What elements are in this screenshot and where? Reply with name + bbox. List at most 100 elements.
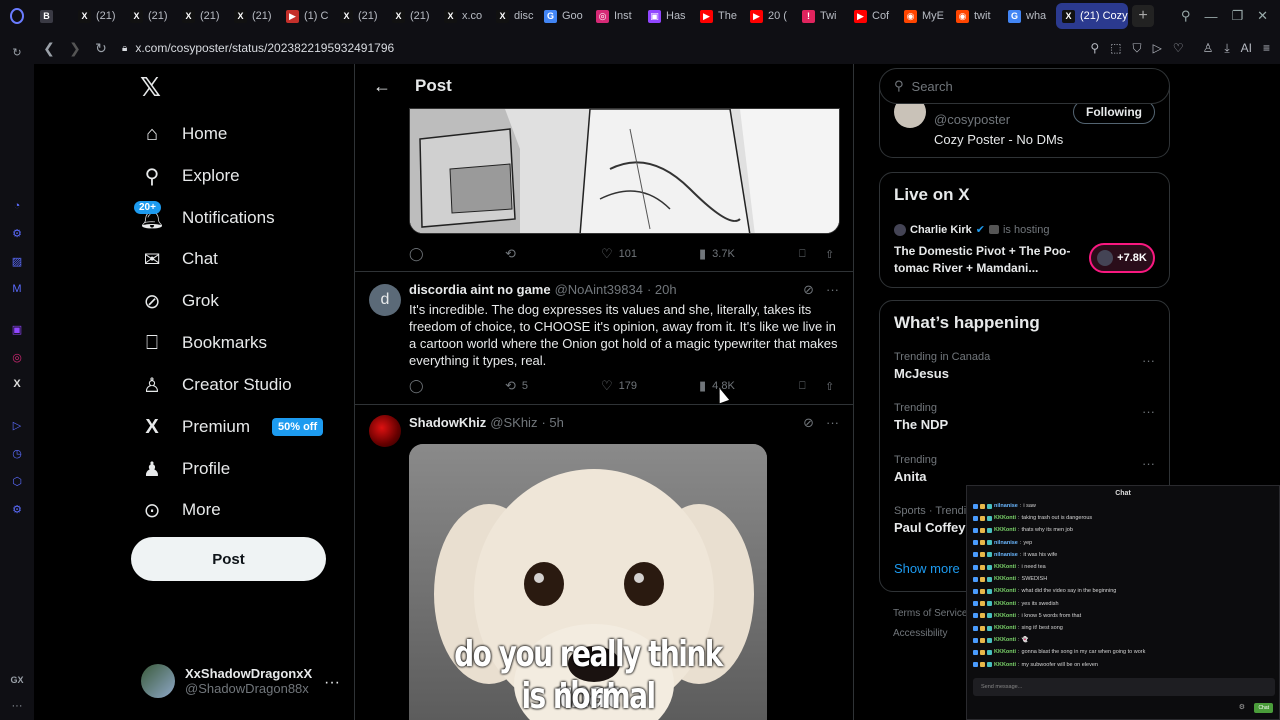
chat-username[interactable]: KKKonti bbox=[994, 585, 1016, 597]
chat-username[interactable]: KKKonti bbox=[994, 610, 1016, 622]
like-button[interactable]: ♡ 101 bbox=[601, 246, 699, 262]
aria-icon[interactable]: ◔ bbox=[9, 198, 25, 214]
chat-username[interactable]: nilnanise bbox=[994, 500, 1018, 512]
url-field[interactable]: 🔒︎ x.com/cosyposter/status/2023822195932… bbox=[122, 41, 394, 55]
chat-send-button[interactable]: Chat bbox=[1254, 703, 1273, 713]
player-icon[interactable]: ▷ bbox=[9, 417, 25, 433]
browser-tab[interactable]: X (21) bbox=[176, 3, 228, 29]
chat-message-input[interactable]: Send message... bbox=[973, 678, 1275, 696]
tweet-author-handle[interactable]: @NoAint39834 bbox=[555, 282, 643, 297]
search-tabs-icon[interactable]: ⚲ bbox=[1181, 8, 1191, 24]
search-input[interactable]: ⚲ Search bbox=[879, 68, 1170, 104]
browser-tab[interactable]: X (21) bbox=[228, 3, 280, 29]
profile-handle[interactable]: @cosyposter bbox=[934, 112, 1010, 127]
browser-tab[interactable]: ◎ Inst bbox=[590, 3, 642, 29]
like-button[interactable]: ♡ 179 bbox=[601, 378, 699, 394]
browser-tab[interactable]: X (21) bbox=[72, 3, 124, 29]
reply-button[interactable]: ◯ bbox=[409, 246, 505, 262]
share-icon[interactable]: ⇧ bbox=[825, 380, 834, 393]
views-button[interactable]: ▮ 4.8K bbox=[699, 378, 799, 394]
nav-item-bookmarks[interactable]: ⎕ Bookmarks bbox=[140, 328, 267, 358]
chat-username[interactable]: KKKonti bbox=[994, 622, 1016, 634]
browser-tab[interactable]: X (21) bbox=[124, 3, 176, 29]
post-button[interactable]: Post bbox=[131, 537, 326, 581]
browser-logo-icon[interactable] bbox=[0, 0, 34, 32]
chat-username[interactable]: KKKonti bbox=[994, 561, 1016, 573]
browser-tab[interactable]: ▶ The bbox=[694, 3, 744, 29]
more-rail-icon[interactable]: ··· bbox=[9, 698, 25, 714]
minimize-icon[interactable]: — bbox=[1204, 9, 1217, 24]
chat-settings-icon[interactable]: ⚙ bbox=[1239, 703, 1245, 711]
footer-terms[interactable]: Terms of Service bbox=[893, 608, 967, 619]
tweet-more-icon[interactable]: ··· bbox=[826, 282, 839, 298]
download-icon[interactable]: ⤓ bbox=[1224, 41, 1229, 56]
trend-item[interactable]: Sports · Trendi Paul Coffey bbox=[894, 505, 966, 535]
browser-tab[interactable]: X (21) bbox=[386, 3, 438, 29]
x-logo-icon[interactable]: 𝕏 bbox=[140, 74, 166, 100]
chat-username[interactable]: KKKonti bbox=[994, 634, 1016, 646]
maximize-icon[interactable]: ❐ bbox=[1231, 8, 1243, 24]
menu-icon[interactable]: ≡ bbox=[1263, 41, 1270, 55]
chat-username[interactable]: KKKonti bbox=[994, 524, 1016, 536]
nav-item-profile[interactable]: ♟ Profile bbox=[140, 454, 230, 484]
browser-tab[interactable]: X (21) bbox=[334, 3, 386, 29]
tweet-more-icon[interactable]: ··· bbox=[826, 415, 839, 431]
forward-nav-icon[interactable]: ❯ bbox=[64, 37, 86, 59]
twitch-icon[interactable]: ▣ bbox=[9, 321, 25, 337]
trend-item[interactable]: Trending The NDP bbox=[894, 402, 948, 432]
browser-tab[interactable]: ▣ Has bbox=[642, 3, 694, 29]
history-icon[interactable]: ◷ bbox=[9, 445, 25, 461]
chat-username[interactable]: nilnanise bbox=[994, 549, 1018, 561]
avatar[interactable]: d bbox=[369, 284, 401, 316]
nav-item-more[interactable]: ⊙ More bbox=[140, 495, 221, 525]
browser-tab[interactable]: B bbox=[34, 3, 72, 29]
grok-icon[interactable]: ⊘ bbox=[803, 282, 814, 298]
shield-icon[interactable]: ⛉ bbox=[1133, 41, 1142, 56]
chat-username[interactable]: nilnanise bbox=[994, 537, 1018, 549]
settings-icon[interactable]: ⚙ bbox=[9, 501, 25, 517]
avatar[interactable] bbox=[369, 415, 401, 447]
browser-tab[interactable]: ▶ Cof bbox=[848, 3, 898, 29]
nav-item-grok[interactable]: ⊘ Grok bbox=[140, 286, 219, 316]
play-icon[interactable]: ▷ bbox=[1153, 41, 1162, 55]
browser-tab[interactable]: ▶ 20 ( bbox=[744, 3, 796, 29]
tweet-time[interactable]: · 5h bbox=[541, 415, 563, 430]
tweet-author-name[interactable]: discordia aint no game bbox=[409, 282, 551, 297]
chat-username[interactable]: KKKonti bbox=[994, 573, 1016, 585]
trend-more-icon[interactable]: ··· bbox=[1142, 353, 1155, 368]
retweet-button[interactable]: ⟲ bbox=[505, 246, 601, 262]
live-show-title[interactable]: The Domestic Pivot + The Poo-tomac River… bbox=[894, 243, 1080, 277]
messenger-icon[interactable]: M bbox=[9, 281, 25, 297]
ai-button[interactable]: AI bbox=[1241, 41, 1252, 55]
browser-tab[interactable]: ▶ (1) C bbox=[280, 3, 334, 29]
nav-item-home[interactable]: ⌂ Home bbox=[140, 119, 227, 149]
show-more-link[interactable]: Show more bbox=[894, 561, 960, 576]
x-rail-icon[interactable]: X bbox=[9, 376, 25, 392]
account-switcher[interactable]: XxShadowDragonxX @ShadowDragon88x bbox=[141, 664, 312, 698]
trend-more-icon[interactable]: ··· bbox=[1142, 456, 1155, 471]
footer-accessibility[interactable]: Accessibility bbox=[893, 628, 947, 639]
gx-icon[interactable]: GX bbox=[9, 672, 25, 688]
gallery-icon[interactable]: ▨ bbox=[9, 253, 25, 269]
chat-username[interactable]: KKKonti bbox=[994, 512, 1016, 524]
browser-tab[interactable]: ◉ MyE bbox=[898, 3, 950, 29]
browser-tab[interactable]: Xx.co bbox=[438, 3, 490, 29]
chat-username[interactable]: KKKonti bbox=[994, 646, 1016, 658]
nav-item-explore[interactable]: ⚲ Explore bbox=[140, 161, 240, 191]
extensions-icon[interactable]: ⬡ bbox=[9, 473, 25, 489]
reply-button[interactable]: ◯ bbox=[409, 378, 505, 394]
retweet-button[interactable]: ⟲ 5 bbox=[505, 378, 601, 394]
tweet-media-manga[interactable] bbox=[409, 108, 840, 234]
crypto-icon[interactable]: ⚙ bbox=[9, 225, 25, 241]
snapshot-icon[interactable]: ⬚ bbox=[1110, 41, 1121, 55]
nav-item-chat[interactable]: ✉ Chat bbox=[140, 244, 218, 274]
sync-icon[interactable]: ↻ bbox=[9, 44, 25, 60]
tweet-media-dog[interactable]: do you really think that is normal bbox=[409, 444, 767, 720]
live-host-row[interactable]: Charlie Kirk ✔ is hosting bbox=[894, 223, 1049, 236]
close-icon[interactable]: ✕ bbox=[1257, 8, 1268, 24]
back-arrow-icon[interactable]: ← bbox=[365, 76, 399, 97]
live-listener-pill[interactable]: +7.8K bbox=[1089, 243, 1155, 273]
browser-tab[interactable]: Gwha bbox=[1002, 3, 1054, 29]
share-icon[interactable]: ⇧ bbox=[825, 248, 834, 261]
tweet-time[interactable]: · 20h bbox=[647, 282, 677, 297]
